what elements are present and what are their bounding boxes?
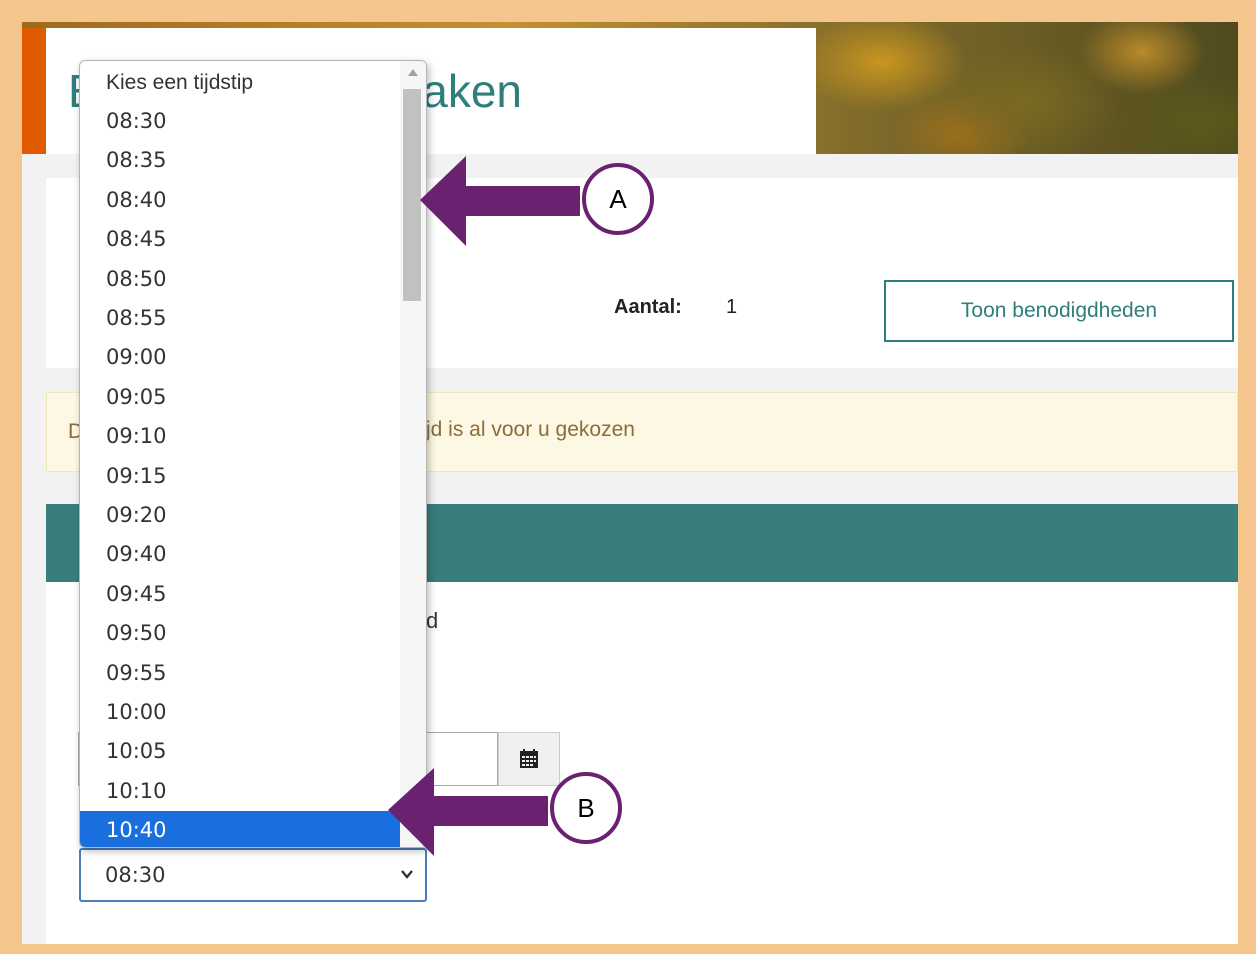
dropdown-option[interactable]: 08:30 [80, 102, 400, 141]
calendar-button[interactable] [498, 732, 560, 786]
chevron-down-icon [401, 870, 413, 879]
quantity-value: 1 [726, 296, 738, 318]
time-select[interactable]: 08:30 [79, 848, 427, 902]
dropdown-option[interactable]: 10:10 [80, 772, 400, 811]
dropdown-option[interactable]: 08:35 [80, 141, 400, 180]
calendar-icon [520, 749, 538, 768]
dropdown-option[interactable]: 08:55 [80, 299, 400, 338]
dropdown-option[interactable]: 09:20 [80, 496, 400, 535]
dropdown-option[interactable]: 10:05 [80, 732, 400, 771]
quantity-label: Aantal: [614, 296, 682, 318]
dropdown-option[interactable]: 09:00 [80, 338, 400, 377]
dropdown-placeholder-option[interactable]: Kies een tijdstip [80, 63, 400, 102]
dropdown-option[interactable]: 08:50 [80, 260, 400, 299]
dropdown-option[interactable]: 09:50 [80, 614, 400, 653]
dropdown-option[interactable]: 10:40 [80, 811, 400, 847]
dropdown-option[interactable]: 09:45 [80, 575, 400, 614]
time-select-value: 08:30 [105, 863, 166, 887]
app-frame: Enaken Aantal: 1 Toon benodigdheden D jd… [22, 22, 1238, 944]
dropdown-option[interactable]: 10:00 [80, 693, 400, 732]
dropdown-scrollbar[interactable] [400, 61, 426, 847]
dropdown-option[interactable]: 09:55 [80, 654, 400, 693]
time-dropdown-list[interactable]: Kies een tijdstip 08:30 08:35 08:40 08:45 08:… [79, 60, 427, 848]
dropdown-option[interactable]: 09:10 [80, 417, 400, 456]
dropdown-option[interactable]: 09:40 [80, 535, 400, 574]
notice-text: jd is al voor u gekozen [426, 418, 635, 441]
scrollbar-thumb[interactable] [403, 89, 421, 301]
scroll-up-icon[interactable] [408, 69, 418, 76]
show-supplies-button[interactable]: Toon benodigdheden [884, 280, 1234, 342]
dropdown-option[interactable]: 08:45 [80, 220, 400, 259]
form-label-fragment: d [426, 608, 439, 633]
dropdown-option[interactable]: 09:05 [80, 378, 400, 417]
dropdown-option[interactable]: 08:40 [80, 181, 400, 220]
dropdown-option[interactable]: 09:15 [80, 457, 400, 496]
